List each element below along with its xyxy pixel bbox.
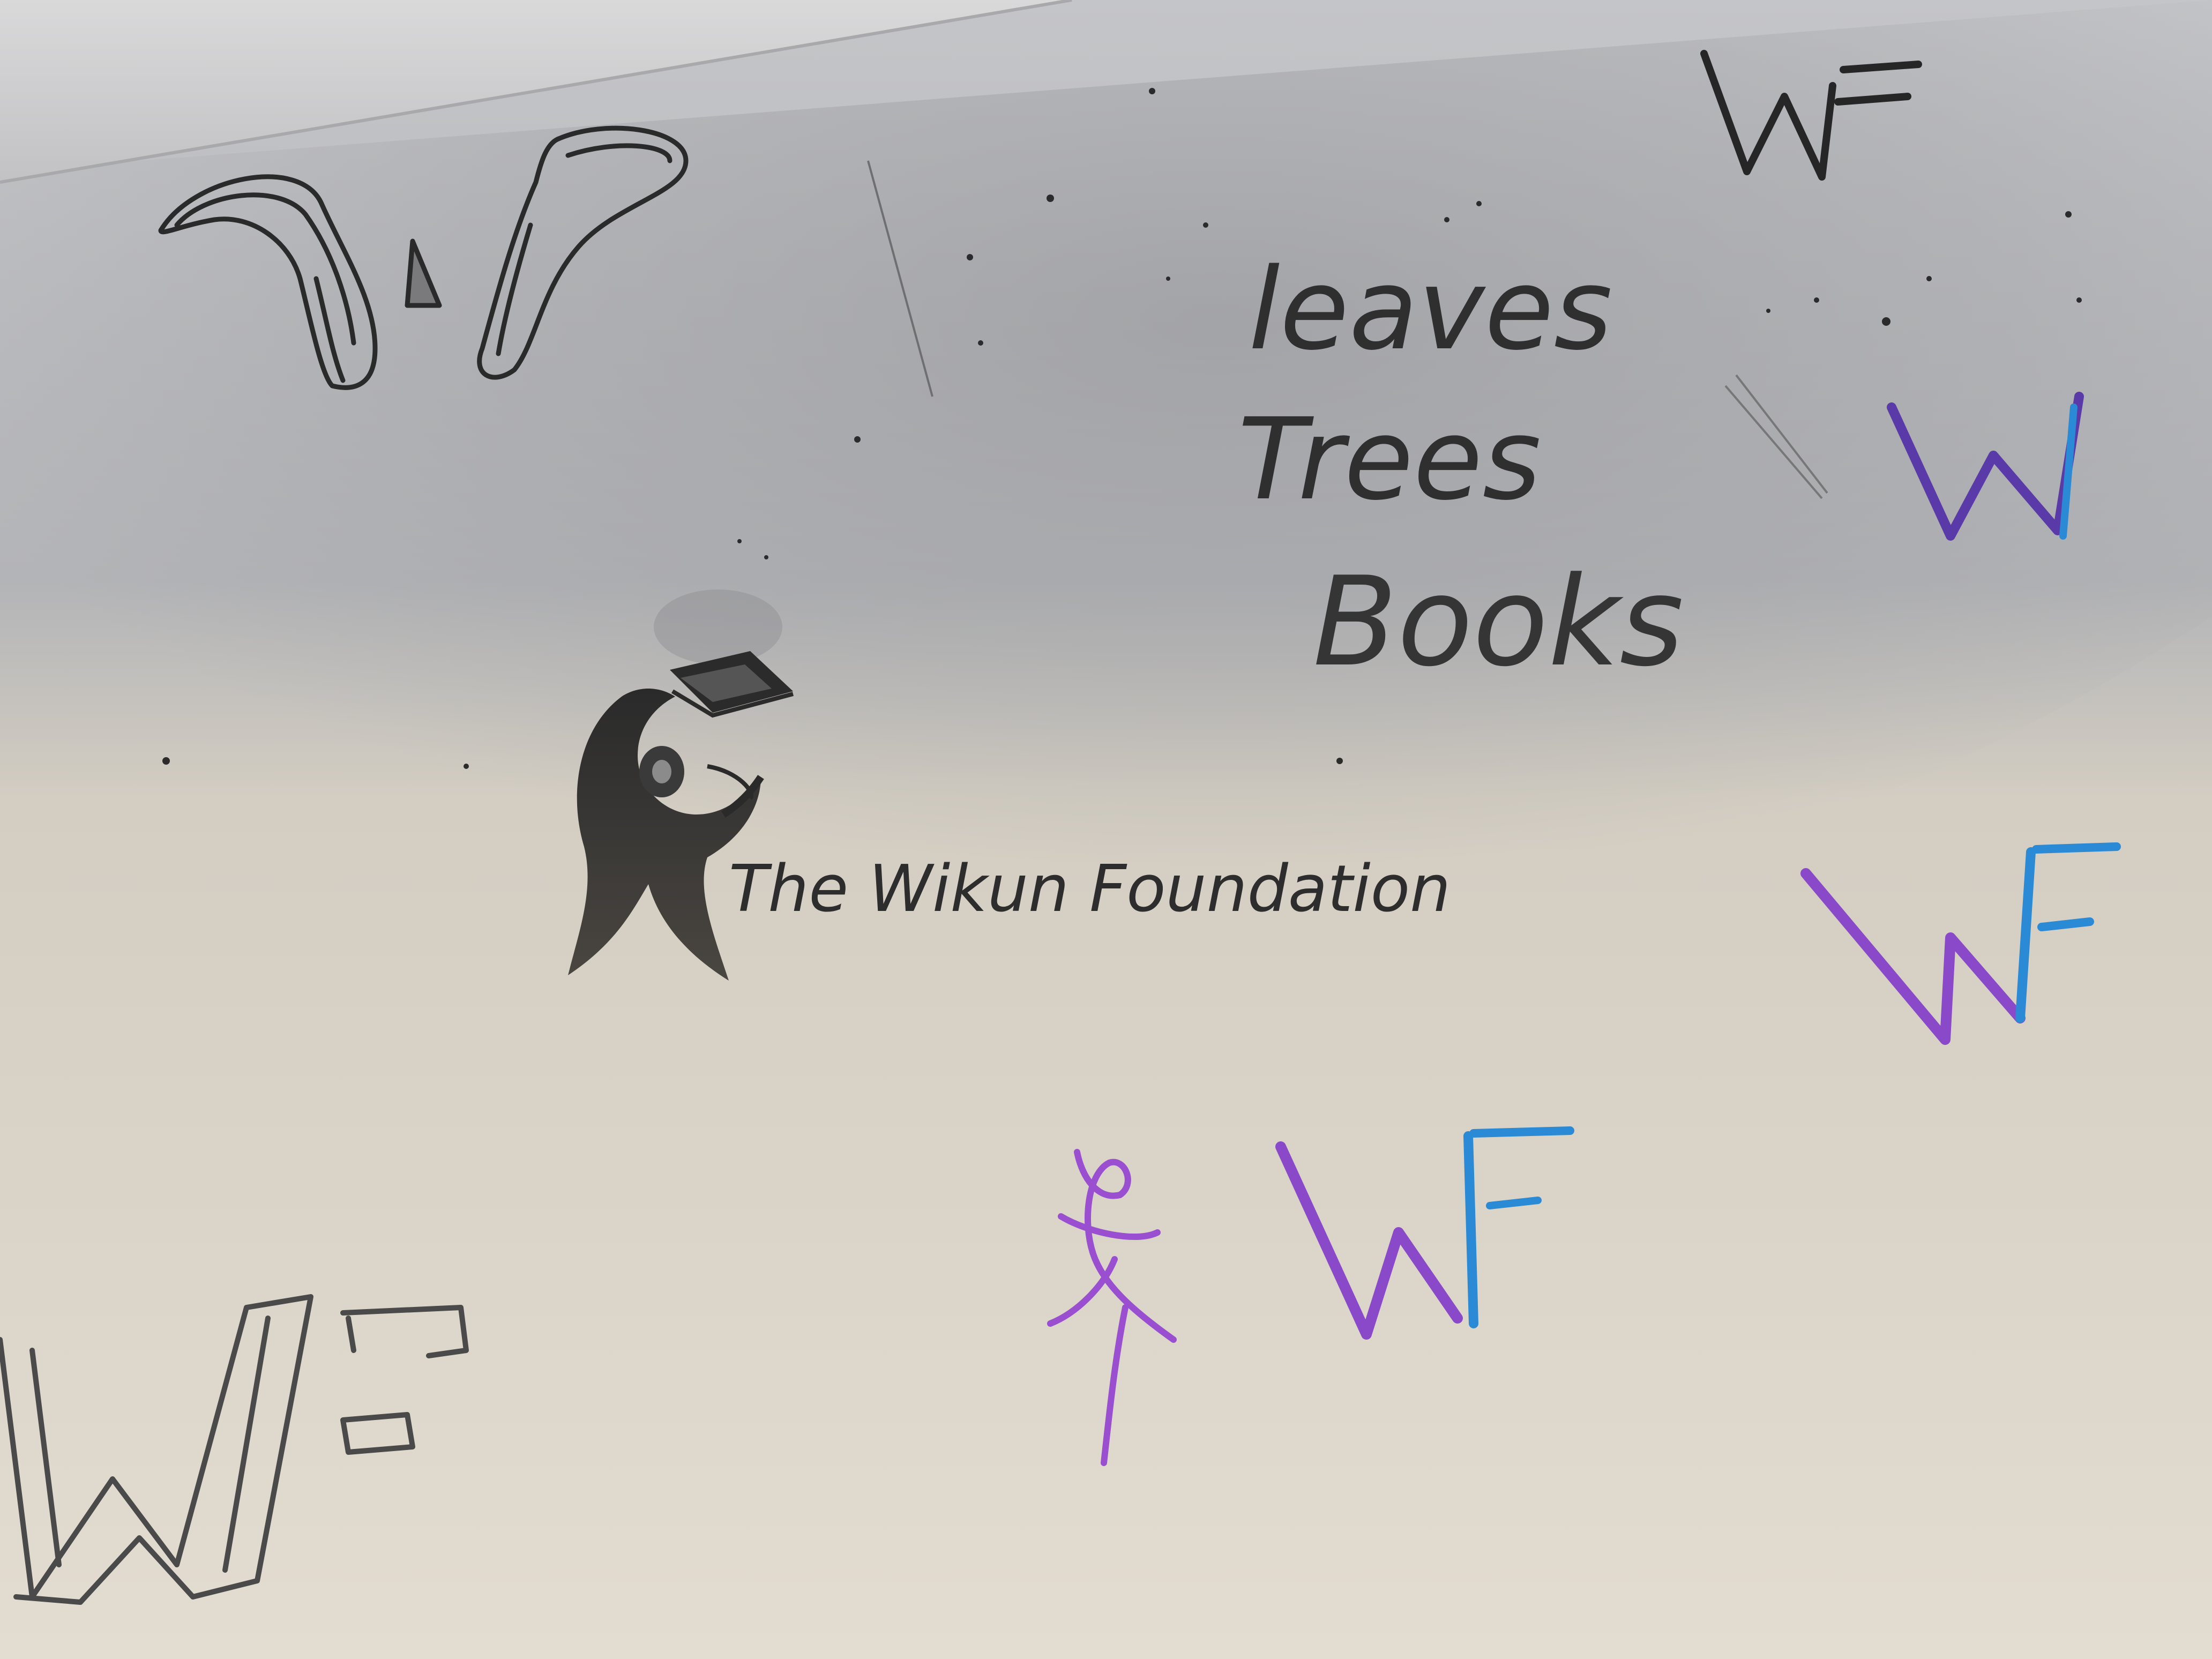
word-trees: Trees — [1238, 394, 1541, 525]
word-leaves: leaves — [1249, 244, 1612, 375]
word-books: Books — [1313, 551, 1684, 694]
wall-photo: leaves Trees Books The Wikun Foundation — [0, 0, 2212, 1659]
foundation-caption: The Wikun Foundation — [729, 852, 1451, 926]
wall-drawing-canvas: leaves Trees Books The Wikun Foundation — [0, 0, 2212, 1659]
